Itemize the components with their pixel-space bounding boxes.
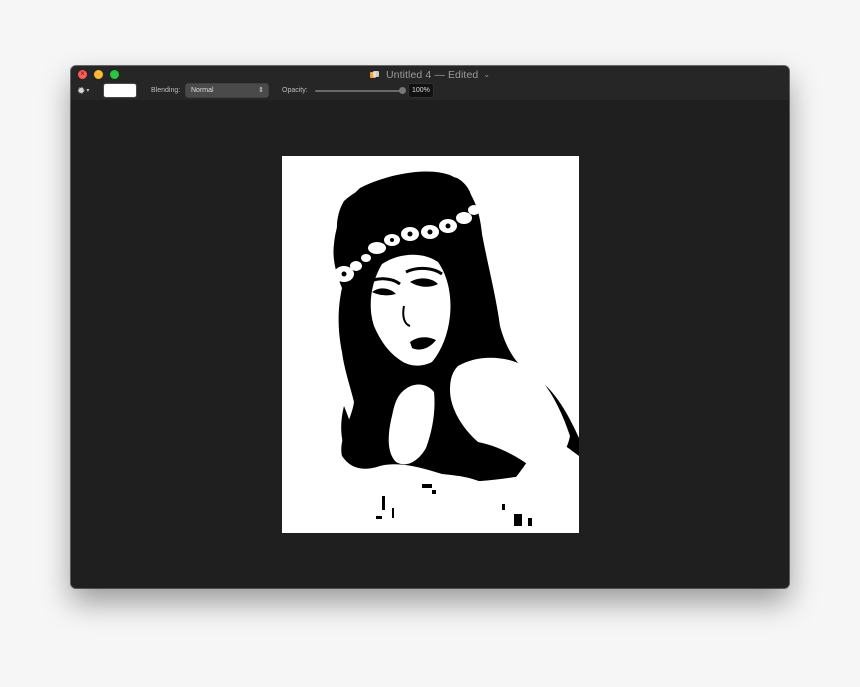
opacity-field[interactable]: 100%	[409, 84, 433, 97]
opacity-label: Opacity:	[282, 87, 308, 94]
updown-chevron-icon: ⇕	[258, 87, 264, 94]
window-title: Untitled 4 — Edited	[385, 68, 479, 81]
document-icon	[369, 70, 379, 79]
toolbar: ✹▾ Blending: Normal ⇕ Opacity: 100%	[71, 83, 789, 100]
canvas-area[interactable]	[71, 100, 789, 588]
opacity-value: 100%	[412, 87, 430, 94]
artboard[interactable]	[282, 156, 579, 533]
blending-select[interactable]: Normal ⇕	[186, 84, 268, 97]
fill-color-swatch[interactable]	[104, 84, 136, 97]
blending-value: Normal	[191, 87, 214, 94]
portrait-image	[282, 156, 579, 533]
window-title-group[interactable]: Untitled 4 — Edited ⌄	[71, 66, 789, 83]
chevron-down-icon[interactable]: ⌄	[483, 70, 490, 79]
opacity-slider-fill	[315, 90, 403, 92]
gear-icon: ✹	[77, 86, 86, 97]
blending-label: Blending:	[151, 87, 181, 94]
app-window: × Untitled 4 — Edited ⌄ ✹▾ Blending: Nor…	[71, 66, 789, 588]
opacity-slider[interactable]	[315, 87, 406, 94]
opacity-slider-knob[interactable]	[399, 87, 406, 94]
gear-menu-button[interactable]: ✹▾	[77, 86, 91, 97]
caret-down-icon: ▾	[86, 88, 90, 94]
titlebar[interactable]: × Untitled 4 — Edited ⌄	[71, 66, 789, 83]
